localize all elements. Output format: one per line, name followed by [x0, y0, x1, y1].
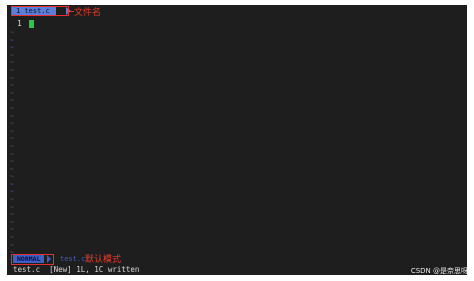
- line-number: 1: [17, 19, 22, 28]
- tab-highlight-box: [11, 6, 69, 16]
- tabline: 1 test.c 文件名: [7, 5, 467, 18]
- tilde-marker: ~: [10, 234, 14, 242]
- tilde-marker: ~: [10, 112, 14, 120]
- tilde-marker: ~: [10, 82, 14, 90]
- tilde-marker: ~: [10, 59, 14, 67]
- tilde-marker: ~: [10, 211, 14, 219]
- watermark: CSDN @是奈思呀: [410, 267, 468, 275]
- tilde-marker: ~: [10, 173, 14, 181]
- editor-buffer[interactable]: 1 ~ ~ ~ ~ ~ ~ ~ ~ ~ ~ ~ ~ ~ ~ ~ ~ ~ ~ ~ ~ ~ ~ ~ ~ ~ ~ ~ ~ ~ ~: [7, 17, 467, 256]
- tilde-marker: ~: [10, 29, 14, 36]
- text-cursor: [29, 20, 34, 28]
- tilde-marker: ~: [10, 218, 14, 226]
- tilde-marker: ~: [10, 142, 14, 150]
- tilde-marker: ~: [10, 188, 14, 196]
- tilde-marker: ~: [10, 97, 14, 105]
- tilde-marker: ~: [10, 44, 14, 52]
- tilde-marker: ~: [10, 89, 14, 97]
- tilde-marker: ~: [10, 241, 14, 249]
- mode-highlight-box: [11, 254, 54, 265]
- tilde-marker: ~: [10, 127, 14, 135]
- tilde-marker: ~: [10, 226, 14, 234]
- status-filename: test.c: [60, 255, 86, 263]
- tilde-marker: ~: [10, 135, 14, 143]
- tilde-marker: ~: [10, 74, 14, 82]
- tilde-marker: ~: [10, 165, 14, 173]
- tilde-marker: ~: [10, 180, 14, 188]
- tilde-marker: ~: [10, 66, 14, 74]
- mode-annotation: 默认模式: [85, 255, 122, 265]
- empty-line-markers: ~ ~ ~ ~ ~ ~ ~ ~ ~ ~ ~ ~ ~ ~ ~ ~ ~ ~ ~ ~ ~ ~ ~ ~ ~ ~ ~ ~ ~ ~: [10, 29, 18, 257]
- tilde-marker: ~: [10, 158, 14, 166]
- statusline: NORMAL test.c 默认模式: [7, 254, 467, 265]
- tilde-marker: ~: [10, 36, 14, 44]
- tilde-marker: ~: [10, 120, 14, 128]
- tilde-marker: ~: [10, 203, 14, 211]
- message-line: test.c [New] 1L, 1C written: [13, 265, 140, 274]
- tilde-marker: ~: [10, 104, 14, 112]
- tilde-marker: ~: [10, 150, 14, 158]
- tilde-marker: ~: [10, 51, 14, 59]
- tilde-marker: ~: [10, 196, 14, 204]
- vim-terminal-window: 1 test.c 文件名 1 ~ ~ ~ ~ ~ ~ ~ ~ ~ ~ ~ ~ ~ ~ ~ ~ ~ ~ ~ ~ ~ ~ ~ ~ ~…: [7, 5, 467, 275]
